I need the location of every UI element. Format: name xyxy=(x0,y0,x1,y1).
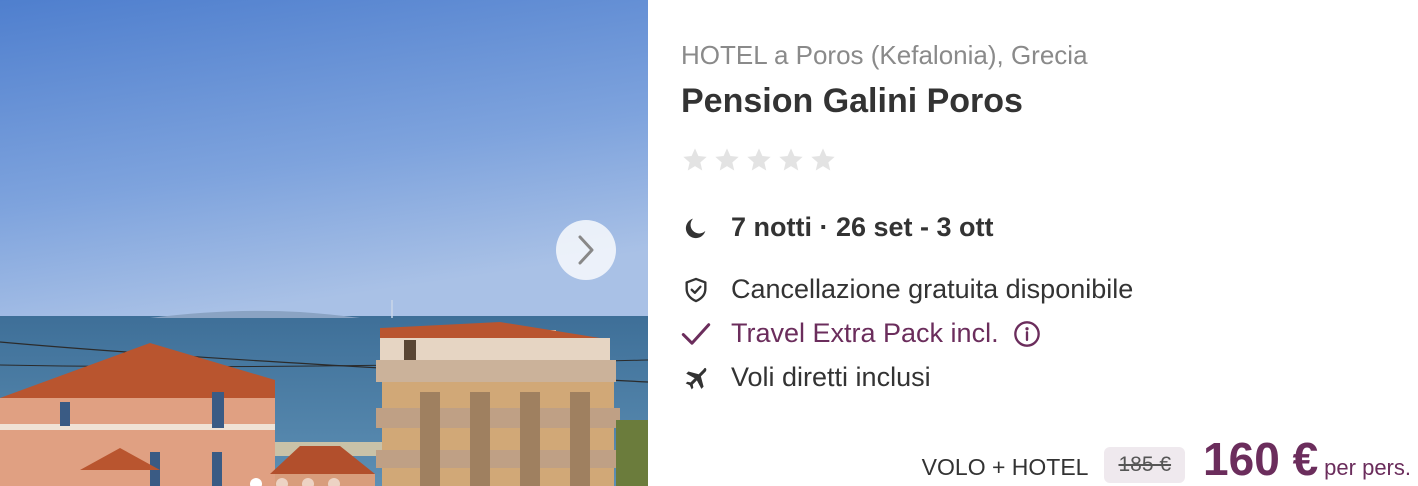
hotel-photo-image xyxy=(0,0,648,486)
hotel-location: HOTEL a Poros (Kefalonia), Grecia xyxy=(681,40,1088,70)
stay-summary: 7 notti · 26 set - 3 ott xyxy=(731,212,994,242)
moon-icon xyxy=(681,213,711,243)
gallery-dot[interactable] xyxy=(276,478,288,486)
flights-text: Voli diretti inclusi xyxy=(731,362,931,392)
star-empty-icon xyxy=(747,148,771,171)
star-empty-icon xyxy=(779,148,803,171)
hotel-photo[interactable] xyxy=(0,0,648,486)
extra-pack-text: Travel Extra Pack incl. xyxy=(731,318,999,348)
hotel-name[interactable]: Pension Galini Poros xyxy=(681,82,1023,121)
hotel-info: HOTEL a Poros (Kefalonia), Grecia Pensio… xyxy=(681,0,1411,486)
hotel-card[interactable]: HOTEL a Poros (Kefalonia), Grecia Pensio… xyxy=(0,0,1418,486)
stay-dates: 7 notti · 26 set - 3 ott xyxy=(681,212,994,243)
star-empty-icon xyxy=(811,148,835,171)
info-icon[interactable] xyxy=(1013,320,1041,348)
per-person-label: per pers. xyxy=(1324,455,1411,480)
gallery-dot[interactable] xyxy=(302,478,314,486)
feature-cancellation: Cancellazione gratuita disponibile xyxy=(681,274,1133,305)
star-rating xyxy=(681,146,837,174)
plane-icon xyxy=(681,363,711,393)
feature-flights: Voli diretti inclusi xyxy=(681,362,931,393)
current-price: 160 € xyxy=(1203,433,1319,485)
star-empty-icon xyxy=(715,148,739,171)
feature-extra-pack: Travel Extra Pack incl. xyxy=(681,318,1041,349)
old-price: 185 € xyxy=(1104,447,1186,483)
package-label: VOLO + HOTEL xyxy=(921,454,1089,480)
cancellation-text: Cancellazione gratuita disponibile xyxy=(731,274,1134,304)
chevron-right-icon xyxy=(578,235,594,265)
gallery-dots xyxy=(250,478,340,486)
gallery-dot[interactable] xyxy=(250,478,262,486)
check-icon xyxy=(681,319,711,349)
gallery-dot[interactable] xyxy=(328,478,340,486)
star-empty-icon xyxy=(683,148,707,171)
gallery-next-button[interactable] xyxy=(556,220,616,280)
shield-check-icon xyxy=(681,275,711,305)
price-row[interactable]: VOLO + HOTEL 185 € 160 € per pers. xyxy=(922,432,1411,486)
